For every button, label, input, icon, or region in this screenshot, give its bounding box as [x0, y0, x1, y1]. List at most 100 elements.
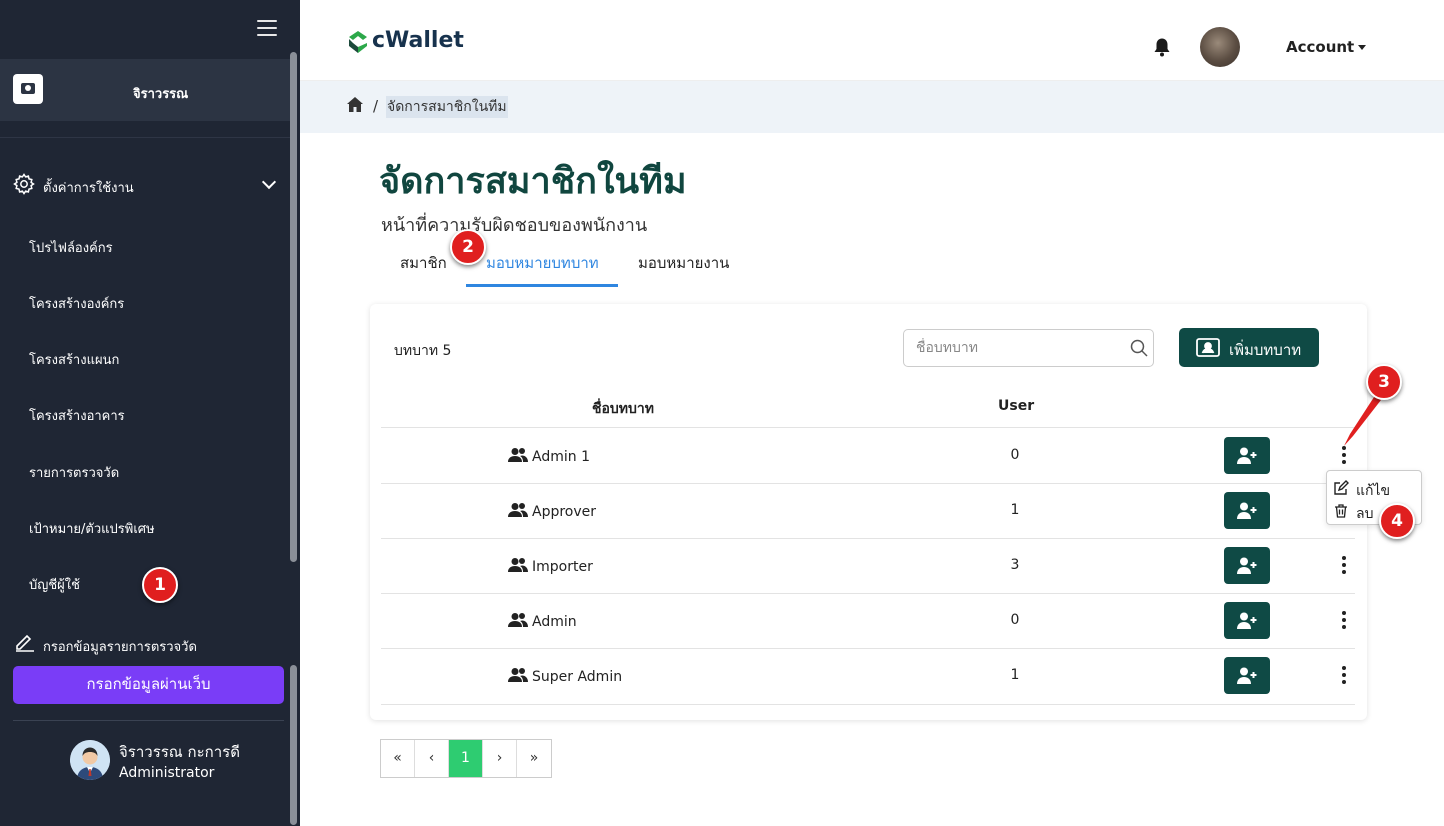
edit-menu-item[interactable]: แก้ไข [1333, 477, 1418, 499]
search-icon[interactable] [1130, 339, 1148, 357]
tab-assign-roles[interactable]: มอบหมายบทบาท [486, 251, 599, 275]
row-divider [381, 483, 1355, 484]
search-box [903, 329, 1154, 367]
user-plus-icon [1237, 502, 1257, 519]
fill-via-web-button[interactable]: กรอกข้อมูลผ่านเว็บ [13, 666, 284, 704]
column-header-user: User [998, 398, 1035, 414]
row-divider [381, 593, 1355, 594]
row-divider [381, 704, 1355, 705]
logo-text: cWallet [372, 28, 464, 53]
table-row-name: Admin 1 [508, 447, 590, 465]
row-divider [381, 538, 1355, 539]
last-page-button[interactable]: » [517, 740, 551, 777]
prev-page-button[interactable]: ‹ [415, 740, 449, 777]
users-icon [508, 668, 528, 682]
page-subtitle: หน้าที่ความรับผิดชอบของพนักงาน [381, 215, 648, 236]
role-user-count: 0 [1010, 612, 1020, 628]
pencil-icon [16, 634, 34, 652]
search-input[interactable] [916, 338, 1116, 358]
role-name: Admin 1 [532, 449, 590, 465]
sidebar-item-user-accounts[interactable]: บัญชีผู้ใช้ [29, 574, 80, 595]
table-row-name: Importer [508, 557, 593, 575]
sidebar-scrollbar-lower[interactable] [290, 665, 297, 825]
page-1-button[interactable]: 1 [449, 740, 483, 777]
sidebar-item-building-structure[interactable]: โครงสร้างอาคาร [29, 405, 125, 426]
account-menu[interactable]: Account [1286, 38, 1367, 56]
sidebar-item-org-structure[interactable]: โครงสร้างองค์กร [29, 293, 124, 314]
sidebar-item-measurements[interactable]: รายการตรวจวัด [29, 462, 119, 483]
role-user-count: 3 [1010, 557, 1020, 573]
account-label: Account [1286, 38, 1355, 56]
sidebar-settings-toggle[interactable]: ตั้งค่าการใช้งาน [12, 172, 282, 198]
table-row-name: Admin [508, 612, 577, 630]
annotation-badge-1: 1 [142, 567, 178, 603]
sidebar-scrollbar[interactable] [290, 52, 297, 562]
active-tab-indicator [466, 284, 618, 287]
chevron-down-icon [261, 174, 277, 190]
breadcrumb-current: จัดการสมาชิกในทีม [386, 96, 508, 118]
column-header-role-name: ชื่อบทบาท [592, 401, 655, 417]
gear-icon [13, 173, 35, 195]
annotation-badge-2: 2 [450, 229, 486, 265]
user-plus-icon [1237, 612, 1257, 629]
user-role: Administrator [119, 765, 215, 781]
user-plus-icon [1237, 557, 1257, 574]
fill-data-label: กรอกข้อมูลรายการตรวจวัด [43, 640, 197, 655]
first-page-button[interactable]: « [381, 740, 415, 777]
org-name: จิราวรรณ [133, 87, 189, 102]
users-icon [508, 613, 528, 627]
id-card-icon [1196, 338, 1220, 357]
edit-label: แก้ไข [1356, 483, 1391, 499]
table-row-name: Super Admin [508, 667, 622, 685]
sidebar-fill-data[interactable]: กรอกข้อมูลรายการตรวจวัด [14, 630, 284, 655]
page-title: จัดการสมาชิกในทีม [379, 161, 687, 202]
assign-user-button[interactable] [1224, 602, 1270, 639]
row-menu-kebab-icon[interactable] [1338, 611, 1350, 631]
settings-label: ตั้งค่าการใช้งาน [43, 181, 134, 196]
sidebar-item-dept-structure[interactable]: โครงสร้างแผนก [29, 349, 119, 370]
row-menu-kebab-icon[interactable] [1338, 666, 1350, 686]
row-menu-kebab-icon[interactable] [1338, 556, 1350, 576]
users-icon [508, 558, 528, 572]
assign-user-button[interactable] [1224, 492, 1270, 529]
add-role-button[interactable]: เพิ่มบทบาท [1179, 328, 1319, 367]
role-user-count: 1 [1010, 502, 1020, 518]
edit-icon [1334, 480, 1349, 495]
delete-label: ลบ [1356, 506, 1374, 522]
sidebar-item-org-profile[interactable]: โปรไฟล์องค์กร [29, 237, 113, 258]
sidebar-divider [13, 720, 284, 721]
cwallet-logo-icon [349, 31, 367, 53]
role-name: Admin [532, 614, 577, 630]
assign-user-button[interactable] [1224, 437, 1270, 474]
next-page-button[interactable]: › [483, 740, 517, 777]
role-name: Super Admin [532, 669, 623, 685]
org-header: จิราวรรณ [0, 59, 291, 121]
trash-icon [1335, 504, 1347, 518]
hamburger-menu-icon[interactable] [257, 20, 277, 36]
sidebar-item-targets[interactable]: เป้าหมาย/ตัวแปรพิเศษ [29, 518, 155, 539]
annotation-badge-4: 4 [1379, 503, 1415, 539]
account-avatar[interactable] [1200, 27, 1240, 67]
camera-icon[interactable] [13, 74, 43, 104]
avatar[interactable] [70, 740, 110, 780]
home-icon[interactable] [346, 96, 364, 113]
add-role-label: เพิ่มบทบาท [1229, 341, 1302, 359]
assign-user-button[interactable] [1224, 657, 1270, 694]
role-name: Approver [532, 504, 597, 520]
role-user-count: 1 [1010, 667, 1020, 683]
user-plus-icon [1237, 667, 1257, 684]
role-user-count: 0 [1010, 447, 1020, 463]
bell-icon[interactable] [1153, 37, 1171, 57]
table-row-name: Approver [508, 502, 596, 520]
user-name: จิราวรรณ กะการดี [119, 743, 240, 761]
tab-assign-tasks[interactable]: มอบหมายงาน [638, 251, 729, 275]
sidebar-divider [0, 137, 291, 138]
breadcrumb-separator: / [373, 97, 379, 115]
annotation-badge-3: 3 [1366, 364, 1402, 400]
users-icon [508, 448, 528, 462]
role-count: บทบาท 5 [394, 343, 452, 359]
assign-user-button[interactable] [1224, 547, 1270, 584]
tab-members[interactable]: สมาชิก [400, 251, 447, 275]
users-icon [508, 503, 528, 517]
sidebar: จิราวรรณ ตั้งค่าการใช้งาน โปรไฟล์องค์กร … [0, 0, 300, 826]
